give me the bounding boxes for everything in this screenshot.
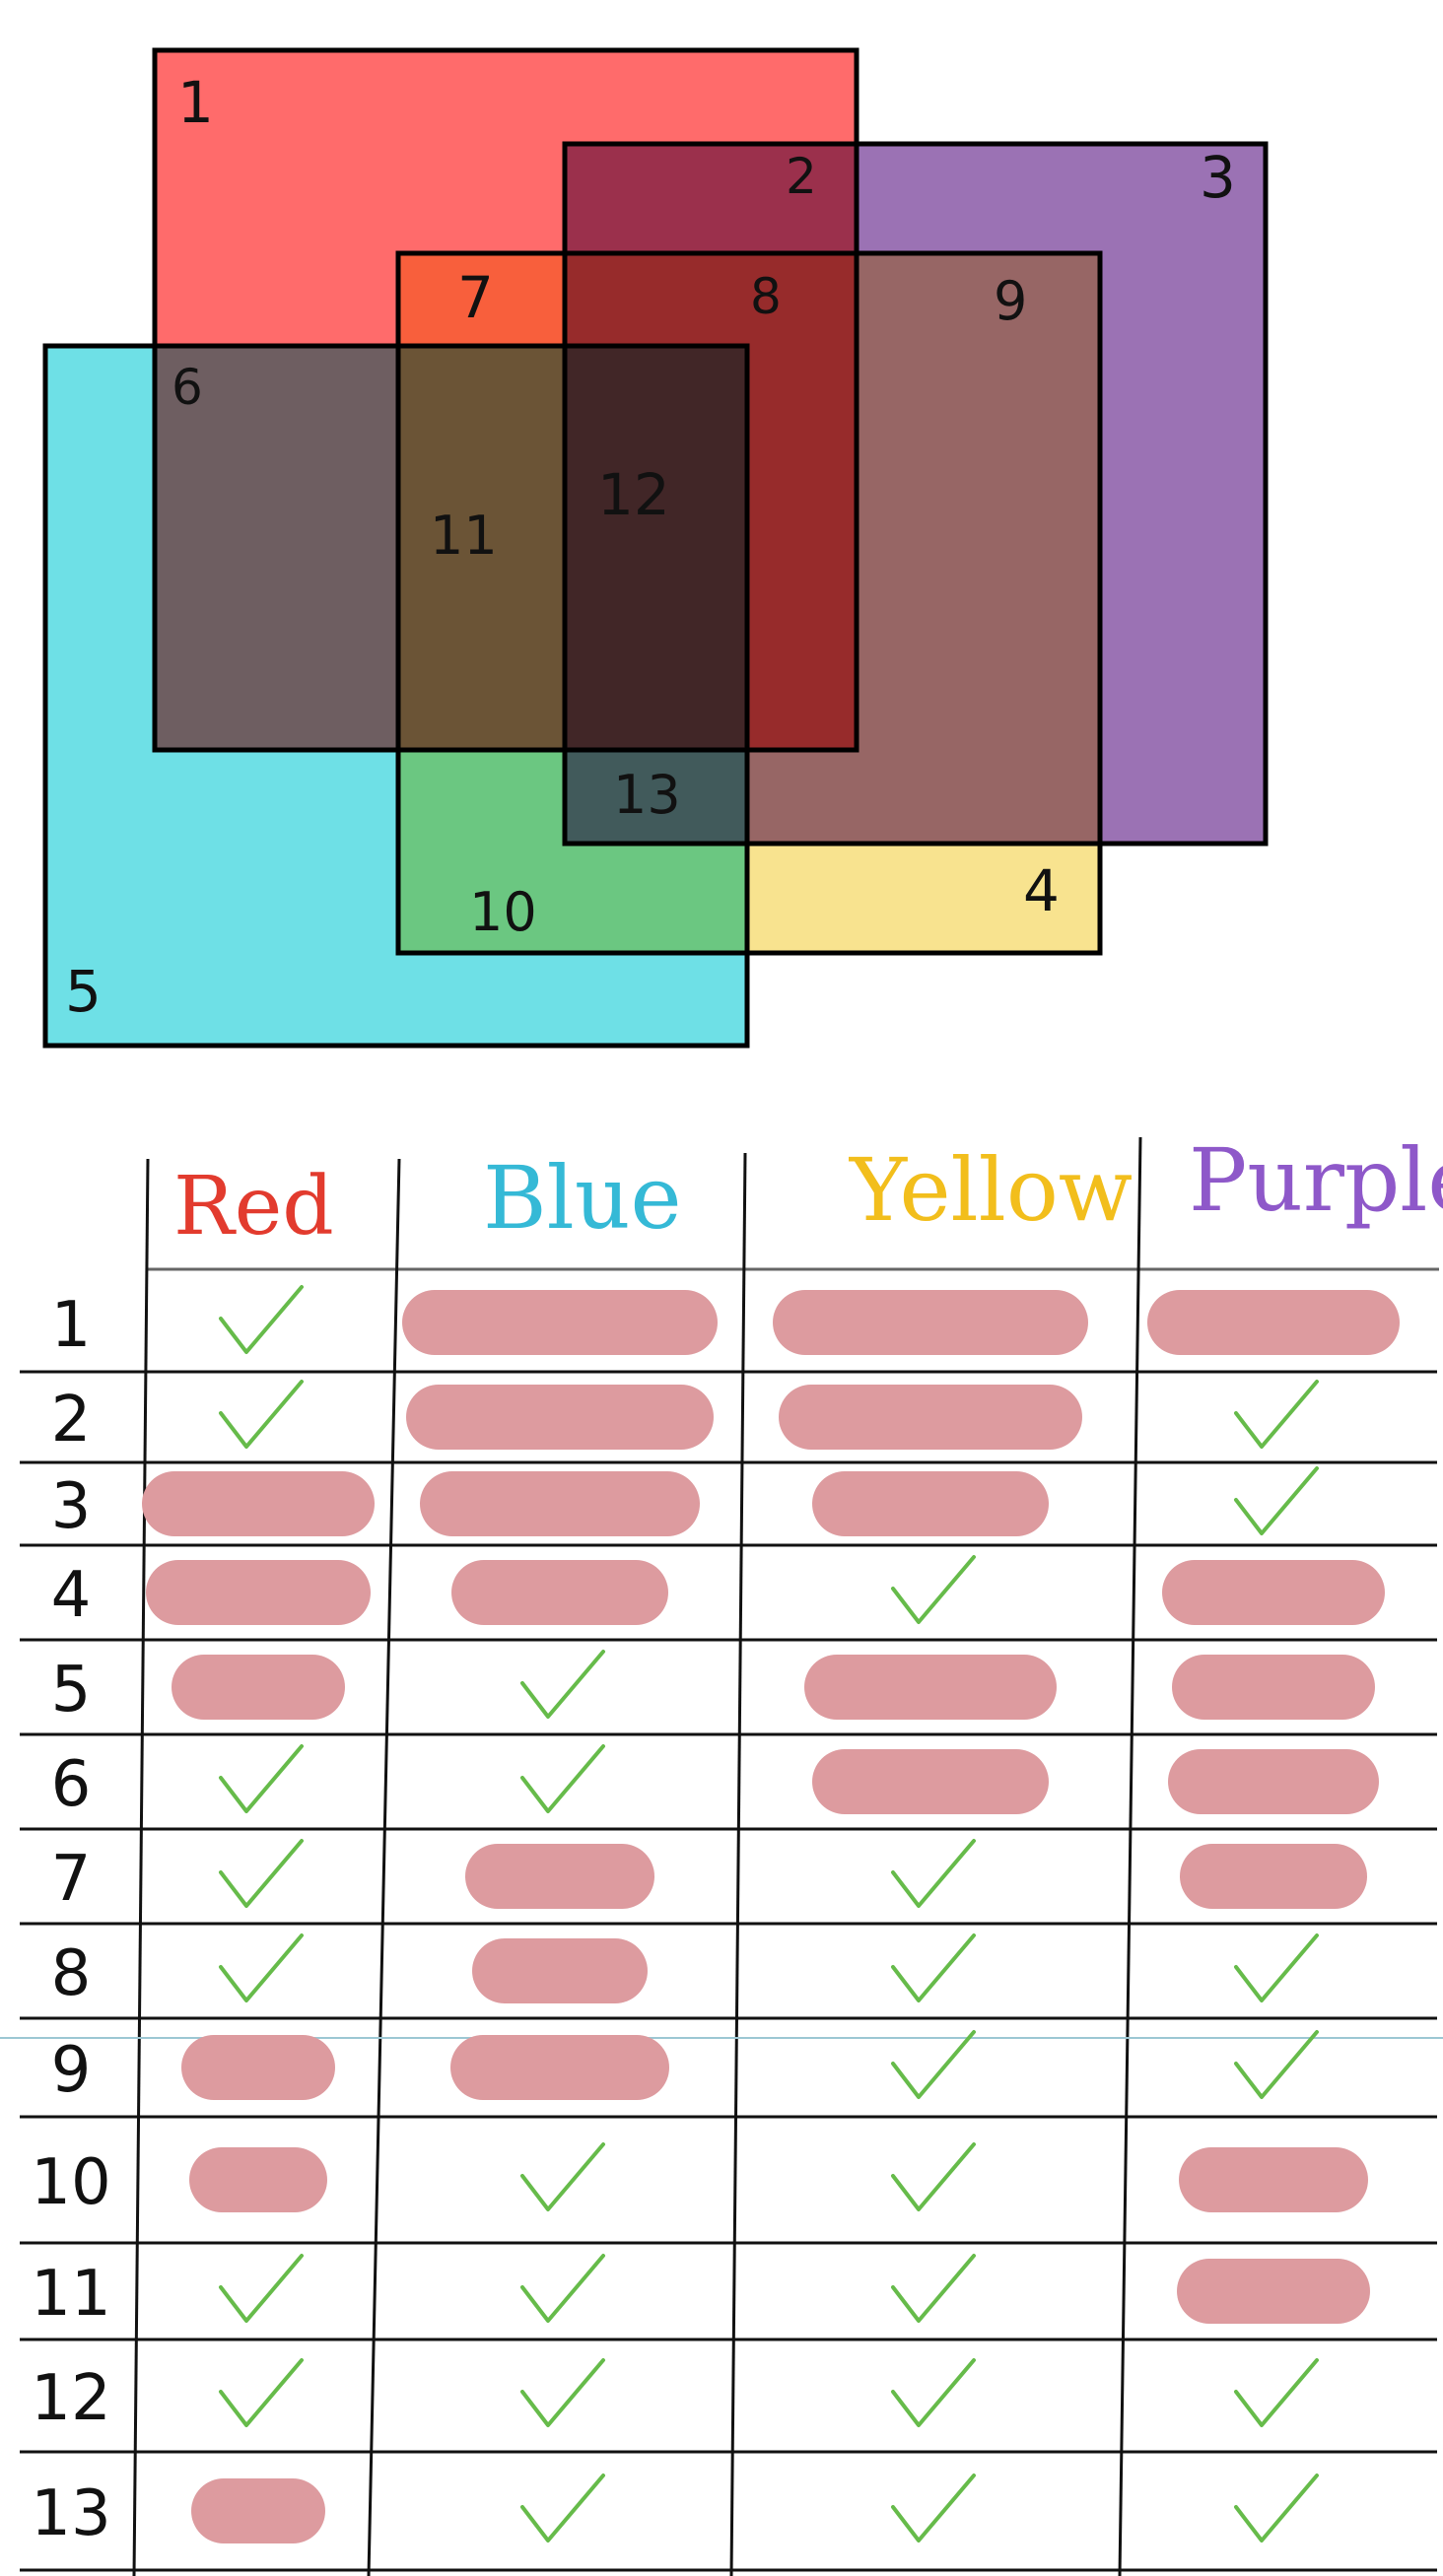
region-label-4: 4 <box>1023 857 1060 924</box>
checkmark-icon <box>891 1933 976 2002</box>
checkmark-icon <box>1234 1933 1319 2002</box>
region-label-9: 9 <box>994 270 1027 332</box>
row-label: 5 <box>51 1654 92 1727</box>
checkmark-icon <box>891 2254 976 2323</box>
redaction-mark <box>1168 1749 1379 1814</box>
checkmark-icon <box>520 1744 605 1813</box>
redaction-mark <box>812 1471 1049 1536</box>
redaction-mark <box>189 2147 327 2212</box>
region-label-8: 8 <box>750 268 782 325</box>
redaction-mark <box>451 1560 668 1625</box>
redaction-mark <box>804 1655 1057 1720</box>
checkmark-icon <box>219 1380 304 1449</box>
redaction-mark <box>779 1385 1082 1450</box>
redaction-mark <box>146 1560 371 1625</box>
checkmark-icon <box>891 2142 976 2211</box>
checkmark-icon <box>219 1839 304 1908</box>
row-label: 12 <box>31 2362 110 2435</box>
redaction-mark <box>773 1290 1088 1355</box>
redaction-mark <box>472 1938 648 2003</box>
checkmark-icon <box>520 1650 605 1719</box>
row-label: 6 <box>51 1748 92 1821</box>
redaction-mark <box>191 2478 325 2543</box>
redaction-mark <box>402 1290 718 1355</box>
redaction-mark <box>181 2035 335 2100</box>
region-label-11: 11 <box>430 505 498 567</box>
redaction-mark <box>172 1655 345 1720</box>
redaction-mark <box>812 1749 1049 1814</box>
region-label-1: 1 <box>177 69 214 136</box>
column-header-yellow: Yellow <box>849 1139 1133 1241</box>
column-header-purple: Purple <box>1189 1129 1443 1231</box>
cyan-square <box>42 343 750 1049</box>
checkmark-icon <box>1234 1466 1319 1535</box>
checkmark-icon <box>891 1839 976 1908</box>
column-header-red: Red <box>173 1160 334 1254</box>
checkmark-icon <box>520 2358 605 2427</box>
checkmark-icon <box>891 2358 976 2427</box>
redaction-mark <box>1147 1290 1400 1355</box>
column-header-blue: Blue <box>483 1147 682 1249</box>
checkmark-icon <box>219 1933 304 2002</box>
row-label: 10 <box>31 2146 110 2219</box>
region-label-10: 10 <box>469 881 537 943</box>
region-label-5: 5 <box>65 958 102 1025</box>
checkmark-icon <box>891 2474 976 2542</box>
checkmark-icon <box>219 2254 304 2323</box>
redaction-mark <box>1162 1560 1385 1625</box>
checkmark-icon <box>891 1555 976 1624</box>
checkmark-icon <box>1234 1380 1319 1449</box>
checkmark-icon <box>219 2358 304 2427</box>
row-label: 13 <box>31 2477 110 2550</box>
row-label: 11 <box>31 2258 110 2331</box>
row-label: 4 <box>51 1559 92 1632</box>
checkmark-icon <box>520 2254 605 2323</box>
checkmark-icon <box>1234 2358 1319 2427</box>
redaction-mark <box>450 2035 669 2100</box>
venn-diagram-canvas: 1 2 3 4 5 6 7 8 9 10 11 12 13 Red Blue Y… <box>0 47 1443 2576</box>
region-label-2: 2 <box>786 148 817 205</box>
redaction-mark <box>1180 1844 1367 1909</box>
row-label: 1 <box>51 1289 92 1362</box>
region-label-13: 13 <box>613 764 681 826</box>
row-label: 3 <box>51 1470 92 1543</box>
column-divider <box>729 1152 747 2576</box>
checkmark-icon <box>520 2142 605 2211</box>
region-label-3: 3 <box>1200 144 1236 211</box>
region-label-6: 6 <box>172 359 203 416</box>
redaction-mark <box>142 1471 375 1536</box>
redaction-mark <box>1179 2147 1368 2212</box>
checkmark-icon <box>520 2474 605 2542</box>
checkmark-icon <box>219 1744 304 1813</box>
redaction-mark <box>406 1385 714 1450</box>
region-label-7: 7 <box>457 264 494 331</box>
redaction-mark <box>1172 1655 1375 1720</box>
checkmark-icon <box>891 2030 976 2099</box>
column-divider <box>1118 1136 1142 2576</box>
row-label: 7 <box>51 1843 92 1916</box>
row-label: 9 <box>51 2034 92 2107</box>
redaction-mark <box>465 1844 654 1909</box>
row-label: 8 <box>51 1937 92 2010</box>
row-label: 2 <box>51 1384 92 1457</box>
checkmark-icon <box>1234 2030 1319 2099</box>
redaction-mark <box>1177 2259 1370 2324</box>
region-label-12: 12 <box>597 461 670 528</box>
checkmark-icon <box>219 1285 304 1354</box>
checkmark-icon <box>1234 2474 1319 2542</box>
redaction-mark <box>420 1471 700 1536</box>
